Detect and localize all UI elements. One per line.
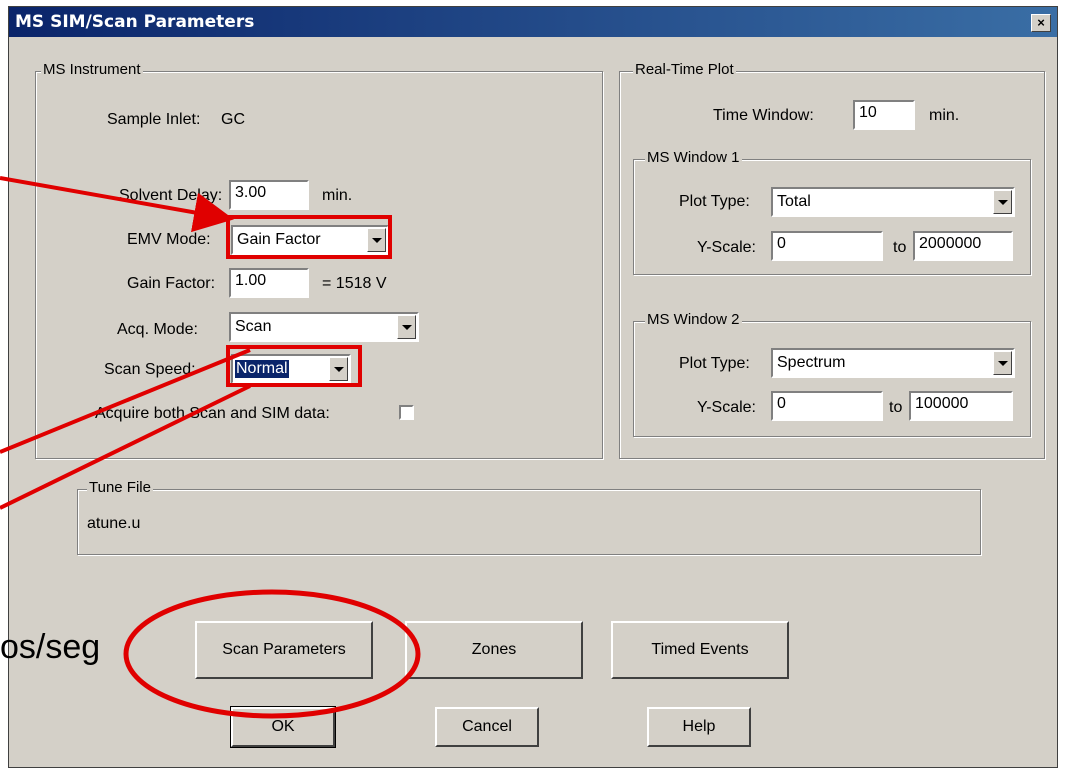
annotation-overlay — [0, 176, 421, 719]
scan-parameters-highlight-ellipse — [123, 589, 421, 719]
line-to-scan-speed-1 — [0, 348, 251, 454]
line-to-scan-speed-2 — [0, 384, 251, 510]
arrow-to-emv-mode — [0, 176, 234, 233]
